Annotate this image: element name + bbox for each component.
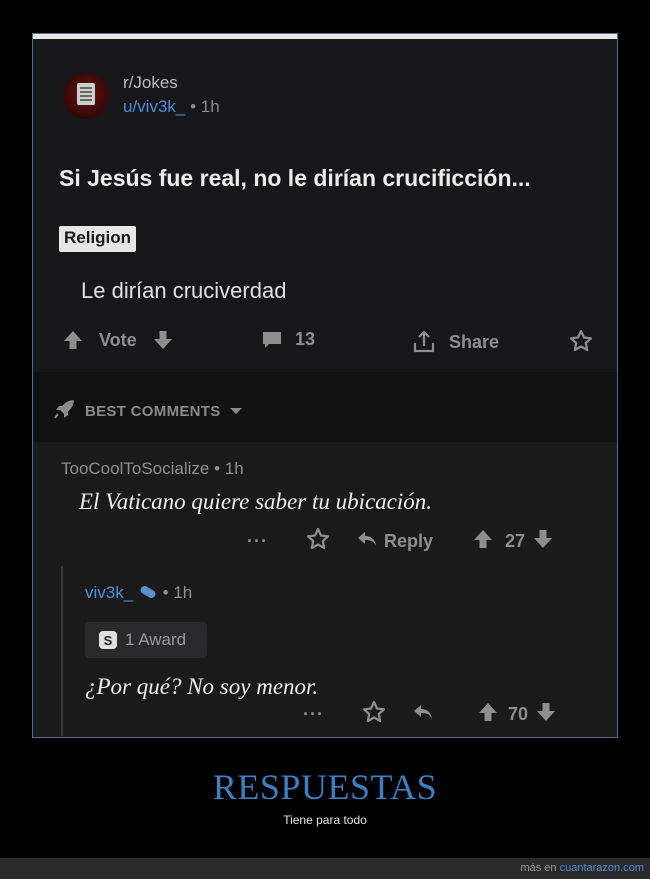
reply-author[interactable]: viv3k_ — [85, 583, 133, 602]
downvote-icon[interactable] — [536, 701, 556, 728]
more-options-button[interactable]: ··· — [247, 531, 268, 552]
reply-actions: ··· 70 — [303, 700, 556, 729]
upvote-icon[interactable] — [478, 701, 498, 728]
post-title[interactable]: Si Jesús fue real, no le dirían crucific… — [59, 165, 531, 192]
post-author[interactable]: u/viv3k_ — [123, 97, 185, 116]
comment-icon — [261, 330, 283, 350]
sort-selector[interactable]: BEST COMMENTS — [53, 398, 243, 424]
comment-count: 13 — [295, 329, 316, 349]
comment-time: 1h — [224, 459, 244, 478]
reply-label: Reply — [383, 531, 434, 551]
reply-score: 70 — [507, 704, 529, 724]
footer-bar: más en cuantarazon.com — [0, 858, 650, 879]
subreddit-name[interactable]: r/Jokes — [123, 73, 178, 93]
comment-text: El Vaticano quiere saber tu ubicación. — [79, 489, 433, 514]
caption-title: RESPUESTAS — [212, 767, 438, 807]
award-icon[interactable] — [362, 700, 386, 729]
comment-meta: TooCoolToSocialize • 1h — [61, 459, 244, 479]
subreddit-avatar[interactable] — [63, 73, 109, 119]
award-icon[interactable] — [306, 527, 330, 556]
award-label: 1 Award — [125, 630, 187, 649]
reply-icon[interactable] — [412, 703, 434, 726]
post-time: 1h — [200, 97, 220, 116]
comment-author[interactable]: TooCoolToSocialize — [61, 459, 209, 478]
rocket-icon — [53, 398, 77, 424]
post-actions: Vote 13 Share — [33, 329, 617, 359]
pill-icon — [138, 584, 158, 604]
comment-actions: ··· Reply 27 — [247, 527, 553, 556]
reply-icon — [356, 530, 378, 553]
downvote-icon[interactable] — [533, 528, 553, 555]
award-chip[interactable]: S 1 Award — [85, 622, 207, 658]
share-icon — [411, 329, 437, 355]
thread-line[interactable] — [61, 566, 63, 736]
comment-score: 27 — [505, 531, 526, 551]
meta-separator: • — [214, 459, 225, 478]
post-flair[interactable]: Religion — [59, 226, 137, 252]
award-post-button[interactable] — [569, 329, 593, 353]
caption-subtitle: Tiene para todo — [283, 813, 367, 827]
upvote-icon[interactable] — [473, 528, 493, 555]
notepad-icon — [77, 83, 95, 105]
best-comments-label: BEST COMMENTS — [85, 402, 221, 420]
meta-separator: • — [162, 583, 174, 602]
chevron-down-icon — [229, 403, 243, 420]
vote-group: Vote — [63, 329, 173, 351]
share-button[interactable]: Share — [411, 329, 499, 355]
footer-link[interactable]: cuantarazon.com — [560, 862, 644, 874]
comments-section: TooCoolToSocialize • 1h El Vaticano quie… — [33, 442, 617, 737]
share-label: Share — [449, 331, 500, 352]
award-badge-icon: S — [99, 631, 117, 649]
comments-button[interactable]: 13 — [261, 329, 315, 350]
best-comments-sort[interactable]: BEST COMMENTS — [33, 372, 617, 442]
footer-text: más en cuantarazon.com — [520, 862, 644, 874]
reddit-screenshot-frame: r/Jokes u/viv3k_ • 1h Si Jesús fue real,… — [32, 33, 618, 738]
post-card: r/Jokes u/viv3k_ • 1h Si Jesús fue real,… — [33, 39, 617, 372]
vote-label: Vote — [99, 329, 137, 350]
upvote-icon[interactable] — [63, 329, 83, 351]
more-options-button[interactable]: ··· — [303, 704, 324, 725]
meta-separator: • — [190, 97, 201, 116]
reply-button[interactable]: Reply — [356, 530, 433, 553]
award-icon — [569, 329, 593, 353]
downvote-icon[interactable] — [153, 329, 173, 351]
reply-text: ¿Por qué? No soy menor. — [85, 674, 319, 699]
footer-prefix: más en — [520, 862, 557, 874]
reply-time: 1h — [173, 583, 193, 602]
post-body: Le dirían cruciverdad — [81, 278, 287, 303]
post-meta: u/viv3k_ • 1h — [123, 97, 220, 117]
reply-meta: viv3k_ • 1h — [85, 583, 192, 604]
